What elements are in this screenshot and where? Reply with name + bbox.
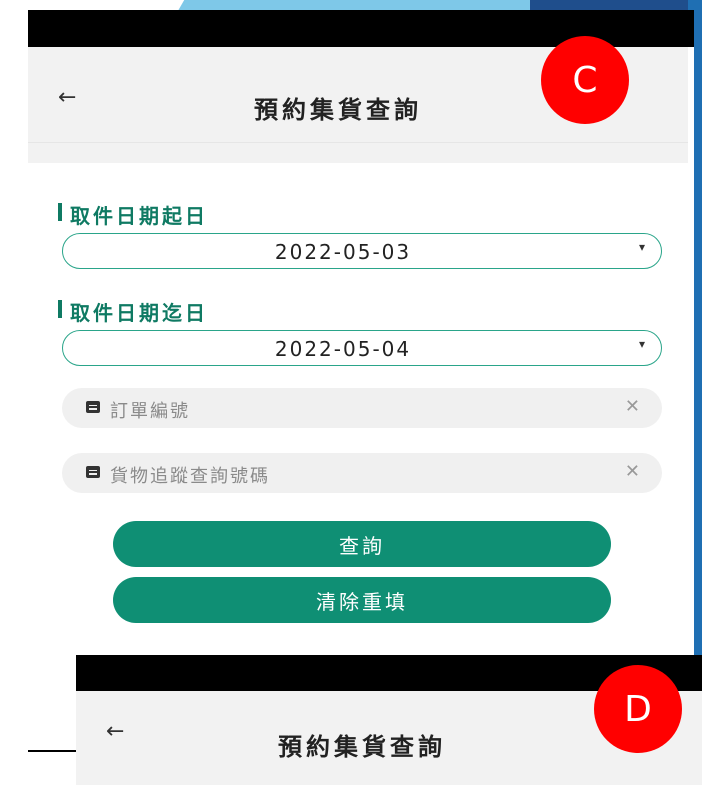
- document-icon: [86, 466, 100, 478]
- end-date-label: 取件日期迄日: [58, 297, 208, 326]
- caret-down-icon: ▾: [638, 337, 645, 351]
- caret-down-icon: ▾: [638, 240, 645, 254]
- header-divider: [28, 143, 688, 163]
- order-number-placeholder: 訂單編號: [110, 401, 190, 422]
- page-title: 預約集貨查詢: [278, 733, 446, 761]
- slide-divider: [28, 750, 76, 752]
- document-icon: [86, 401, 100, 413]
- start-date-select[interactable]: 2022-05-03 ▾: [62, 233, 662, 269]
- start-date-label: 取件日期起日: [58, 200, 208, 229]
- badge-d: D: [594, 665, 682, 753]
- tracking-number-placeholder: 貨物追蹤查詢號碼: [110, 466, 270, 487]
- badge-c: C: [541, 36, 629, 124]
- end-date-value: 2022-05-04: [274, 337, 412, 361]
- start-date-value: 2022-05-03: [274, 240, 412, 264]
- tracking-number-input[interactable]: 貨物追蹤查詢號碼 ✕: [62, 453, 662, 493]
- search-button[interactable]: 查詢: [113, 521, 611, 567]
- order-number-input[interactable]: 訂單編號 ✕: [62, 388, 662, 428]
- reset-button[interactable]: 清除重填: [113, 577, 611, 623]
- clear-icon[interactable]: ✕: [625, 461, 640, 482]
- clear-icon[interactable]: ✕: [625, 396, 640, 417]
- end-date-select[interactable]: 2022-05-04 ▾: [62, 330, 662, 366]
